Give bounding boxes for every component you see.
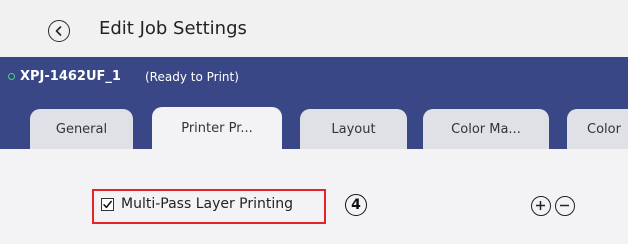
chevron-left-icon xyxy=(55,26,62,36)
tab-bar: General Printer Pr... Layout Color Ma...… xyxy=(0,97,628,149)
checkmark-icon xyxy=(103,200,112,209)
header-bar xyxy=(0,0,628,57)
tab-color-management[interactable]: Color Ma... xyxy=(423,109,549,149)
printer-status: (Ready to Print) xyxy=(145,70,239,84)
add-button[interactable] xyxy=(531,196,551,216)
printer-status-dot-icon xyxy=(8,73,15,80)
window-edge xyxy=(628,0,642,244)
tab-color[interactable]: Color xyxy=(567,109,628,149)
plus-circle-icon xyxy=(536,201,545,210)
multipass-checkbox[interactable] xyxy=(101,198,114,211)
back-button[interactable] xyxy=(48,20,70,42)
step-number-badge: 4 xyxy=(345,194,367,216)
multipass-label[interactable]: Multi-Pass Layer Printing xyxy=(121,196,293,212)
tab-printer-properties[interactable]: Printer Pr... xyxy=(152,107,282,149)
remove-button[interactable] xyxy=(555,196,575,216)
minus-circle-icon xyxy=(560,204,569,207)
printer-name: XPJ-1462UF_1 xyxy=(20,69,121,84)
tab-layout[interactable]: Layout xyxy=(300,109,407,149)
tab-general[interactable]: General xyxy=(30,109,133,149)
page-title: Edit Job Settings xyxy=(99,18,247,39)
